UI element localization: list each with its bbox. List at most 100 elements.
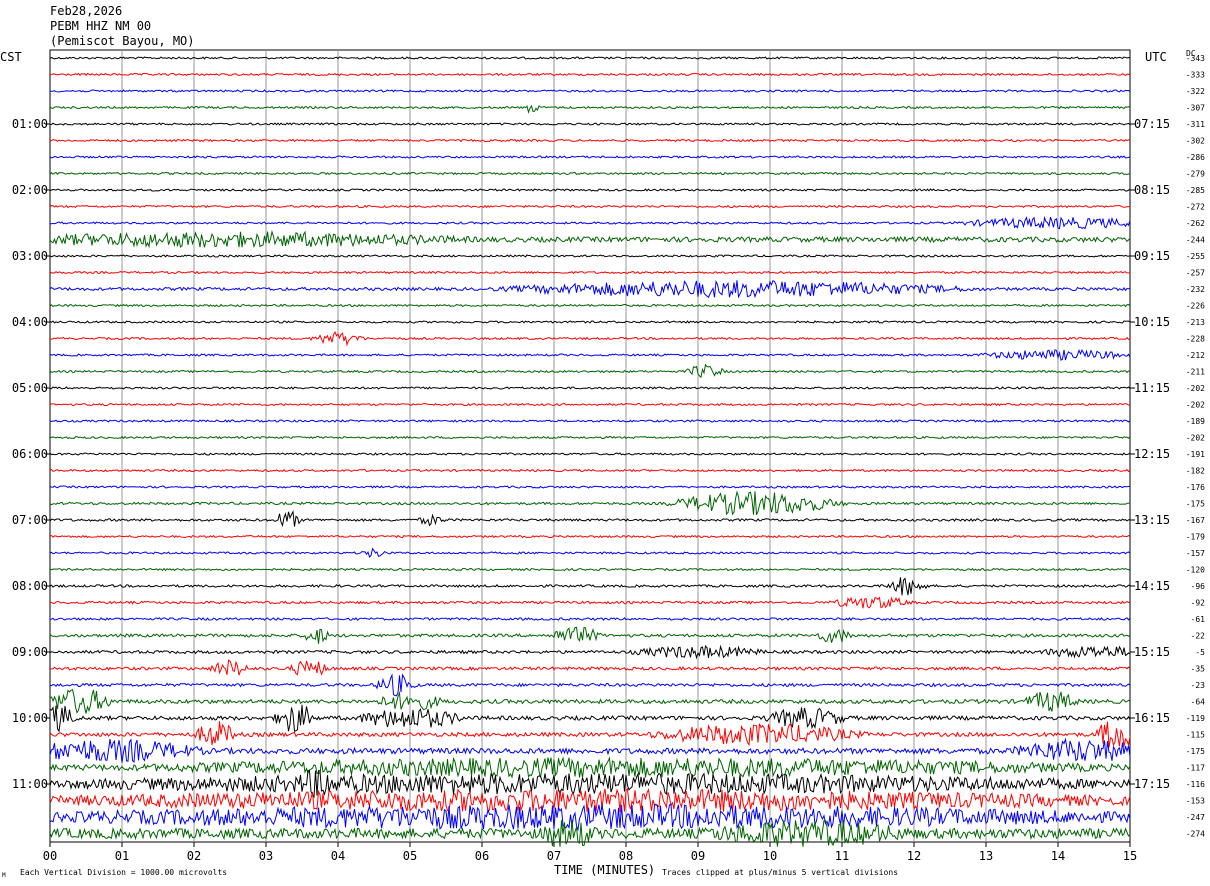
trace-row [49, 485, 1131, 489]
x-tick-label: 08 [619, 849, 633, 863]
dc-offset-value: -228 [1186, 335, 1205, 344]
dc-offset-value: -191 [1186, 450, 1205, 459]
dc-offset-value: -117 [1186, 764, 1205, 773]
x-tick-label: 11 [835, 849, 849, 863]
trace-row [49, 229, 1131, 249]
cst-hour-label: 08:00 [12, 579, 48, 593]
trace-row [49, 56, 1131, 60]
dc-offset-value: -61 [1191, 615, 1206, 624]
trace-row [49, 626, 1131, 644]
trace-row [49, 803, 1131, 832]
dc-offset-value: -247 [1186, 813, 1205, 822]
dc-offset-value: -153 [1186, 797, 1205, 806]
trace-row [49, 756, 1131, 779]
cst-hour-label: 06:00 [12, 447, 48, 461]
dc-offset-value: -285 [1186, 186, 1205, 195]
trace-row [49, 617, 1131, 621]
dc-offset-value: -257 [1186, 269, 1205, 278]
trace-row [49, 721, 1131, 748]
dc-offset-value: -202 [1186, 434, 1205, 443]
dc-offset-value: -244 [1186, 236, 1205, 245]
dc-offset-value: -167 [1186, 516, 1205, 525]
trace-row [49, 363, 1131, 379]
trace-row [49, 104, 1131, 114]
trace-row [49, 468, 1131, 473]
header-location: (Pemiscot Bayou, MO) [50, 34, 195, 48]
trace-row [49, 435, 1131, 440]
dc-offset-value: -272 [1186, 203, 1205, 212]
dc-offset-value: -202 [1186, 384, 1205, 393]
dc-column-label: DC [1186, 49, 1196, 58]
utc-hour-label: 16:15 [1134, 711, 1170, 725]
trace-row [49, 688, 1131, 714]
dc-offset-value: -302 [1186, 137, 1205, 146]
dc-offset-value: -213 [1186, 318, 1205, 327]
x-tick-label: 02 [187, 849, 201, 863]
x-tick-label: 05 [403, 849, 417, 863]
x-tick-label: 04 [331, 849, 345, 863]
dc-offset-value: -274 [1186, 830, 1205, 839]
dc-offset-value: -179 [1186, 533, 1205, 542]
dc-offset-value: -202 [1186, 401, 1205, 410]
x-tick-label: 03 [259, 849, 273, 863]
trace-row [49, 138, 1131, 143]
header-date: Feb28,2026 [50, 4, 123, 18]
dc-offset-value: -286 [1186, 153, 1205, 162]
dc-offset-value: -116 [1186, 780, 1205, 789]
trace-row [49, 320, 1131, 324]
clip-note: Traces clipped at plus/minus 5 vertical … [662, 868, 899, 877]
dc-offset-value: -157 [1186, 549, 1205, 558]
utc-hour-label: 07:15 [1134, 117, 1170, 131]
trace-row [49, 348, 1131, 361]
dc-offset-value: -175 [1186, 500, 1205, 509]
x-axis-label: TIME (MINUTES) [554, 863, 656, 877]
dc-offset-value: -322 [1186, 87, 1205, 96]
trace-row [49, 704, 1131, 733]
trace-row [49, 577, 1131, 596]
dc-offset-value: -307 [1186, 104, 1205, 113]
dc-offset-value: -23 [1191, 681, 1206, 690]
x-axis-ticks: 00 01 02 03 04 05 06 07 08 09 10 11 12 13 14 15 [43, 842, 1137, 863]
dc-offset-value: -96 [1191, 582, 1206, 591]
utc-hour-labels: 07:15 08:15 09:15 10:15 11:15 12:15 13:15 14:15… [1130, 117, 1170, 791]
helicorder-plot: 00 01 02 03 04 05 06 07 08 09 10 11 12 13 14 15 01:00 02… [12, 49, 1205, 863]
x-tick-label: 10 [763, 849, 777, 863]
trace-row [49, 204, 1131, 209]
trace-row [49, 510, 1131, 528]
dc-offset-value: -212 [1186, 351, 1205, 360]
trace-row [49, 770, 1131, 799]
utc-hour-label: 15:15 [1134, 645, 1170, 659]
plot-frame [49, 49, 1131, 843]
dc-offset-value: -311 [1186, 120, 1205, 129]
x-tick-label: 01 [115, 849, 129, 863]
trace-row [49, 386, 1131, 390]
dc-offset-value: -211 [1186, 368, 1205, 377]
dc-offset-value: -92 [1191, 599, 1206, 608]
x-tick-label: 09 [691, 849, 705, 863]
cst-hour-label: 03:00 [12, 249, 48, 263]
cst-hour-label: 10:00 [12, 711, 48, 725]
utc-hour-label: 14:15 [1134, 579, 1170, 593]
scale-note: Each Vertical Division = 1000.00 microvo… [20, 868, 228, 877]
trace-row [49, 534, 1131, 539]
trace-row [49, 303, 1131, 308]
trace-row [49, 402, 1131, 407]
dc-offset-value: -115 [1186, 731, 1205, 740]
utc-hour-label: 17:15 [1134, 777, 1170, 791]
dc-offset-labels: -343-333-322-307-311-302-286-279-285-272… [1186, 54, 1205, 839]
x-tick-label: 12 [907, 849, 921, 863]
dc-offset-value: -262 [1186, 219, 1205, 228]
utc-hour-label: 13:15 [1134, 513, 1170, 527]
dc-offset-value: -189 [1186, 417, 1205, 426]
dc-offset-value: -35 [1191, 665, 1206, 674]
trace-row [49, 787, 1131, 813]
trace-row [49, 490, 1131, 516]
dc-offset-value: -255 [1186, 252, 1205, 261]
dc-offset-value: -182 [1186, 467, 1205, 476]
dc-offset-value: -5 [1195, 648, 1205, 657]
dc-offset-value: -176 [1186, 483, 1205, 492]
dc-offset-value: -333 [1186, 71, 1205, 80]
x-tick-label: 14 [1051, 849, 1065, 863]
trace-row [49, 659, 1131, 676]
utc-hour-label: 11:15 [1134, 381, 1170, 395]
